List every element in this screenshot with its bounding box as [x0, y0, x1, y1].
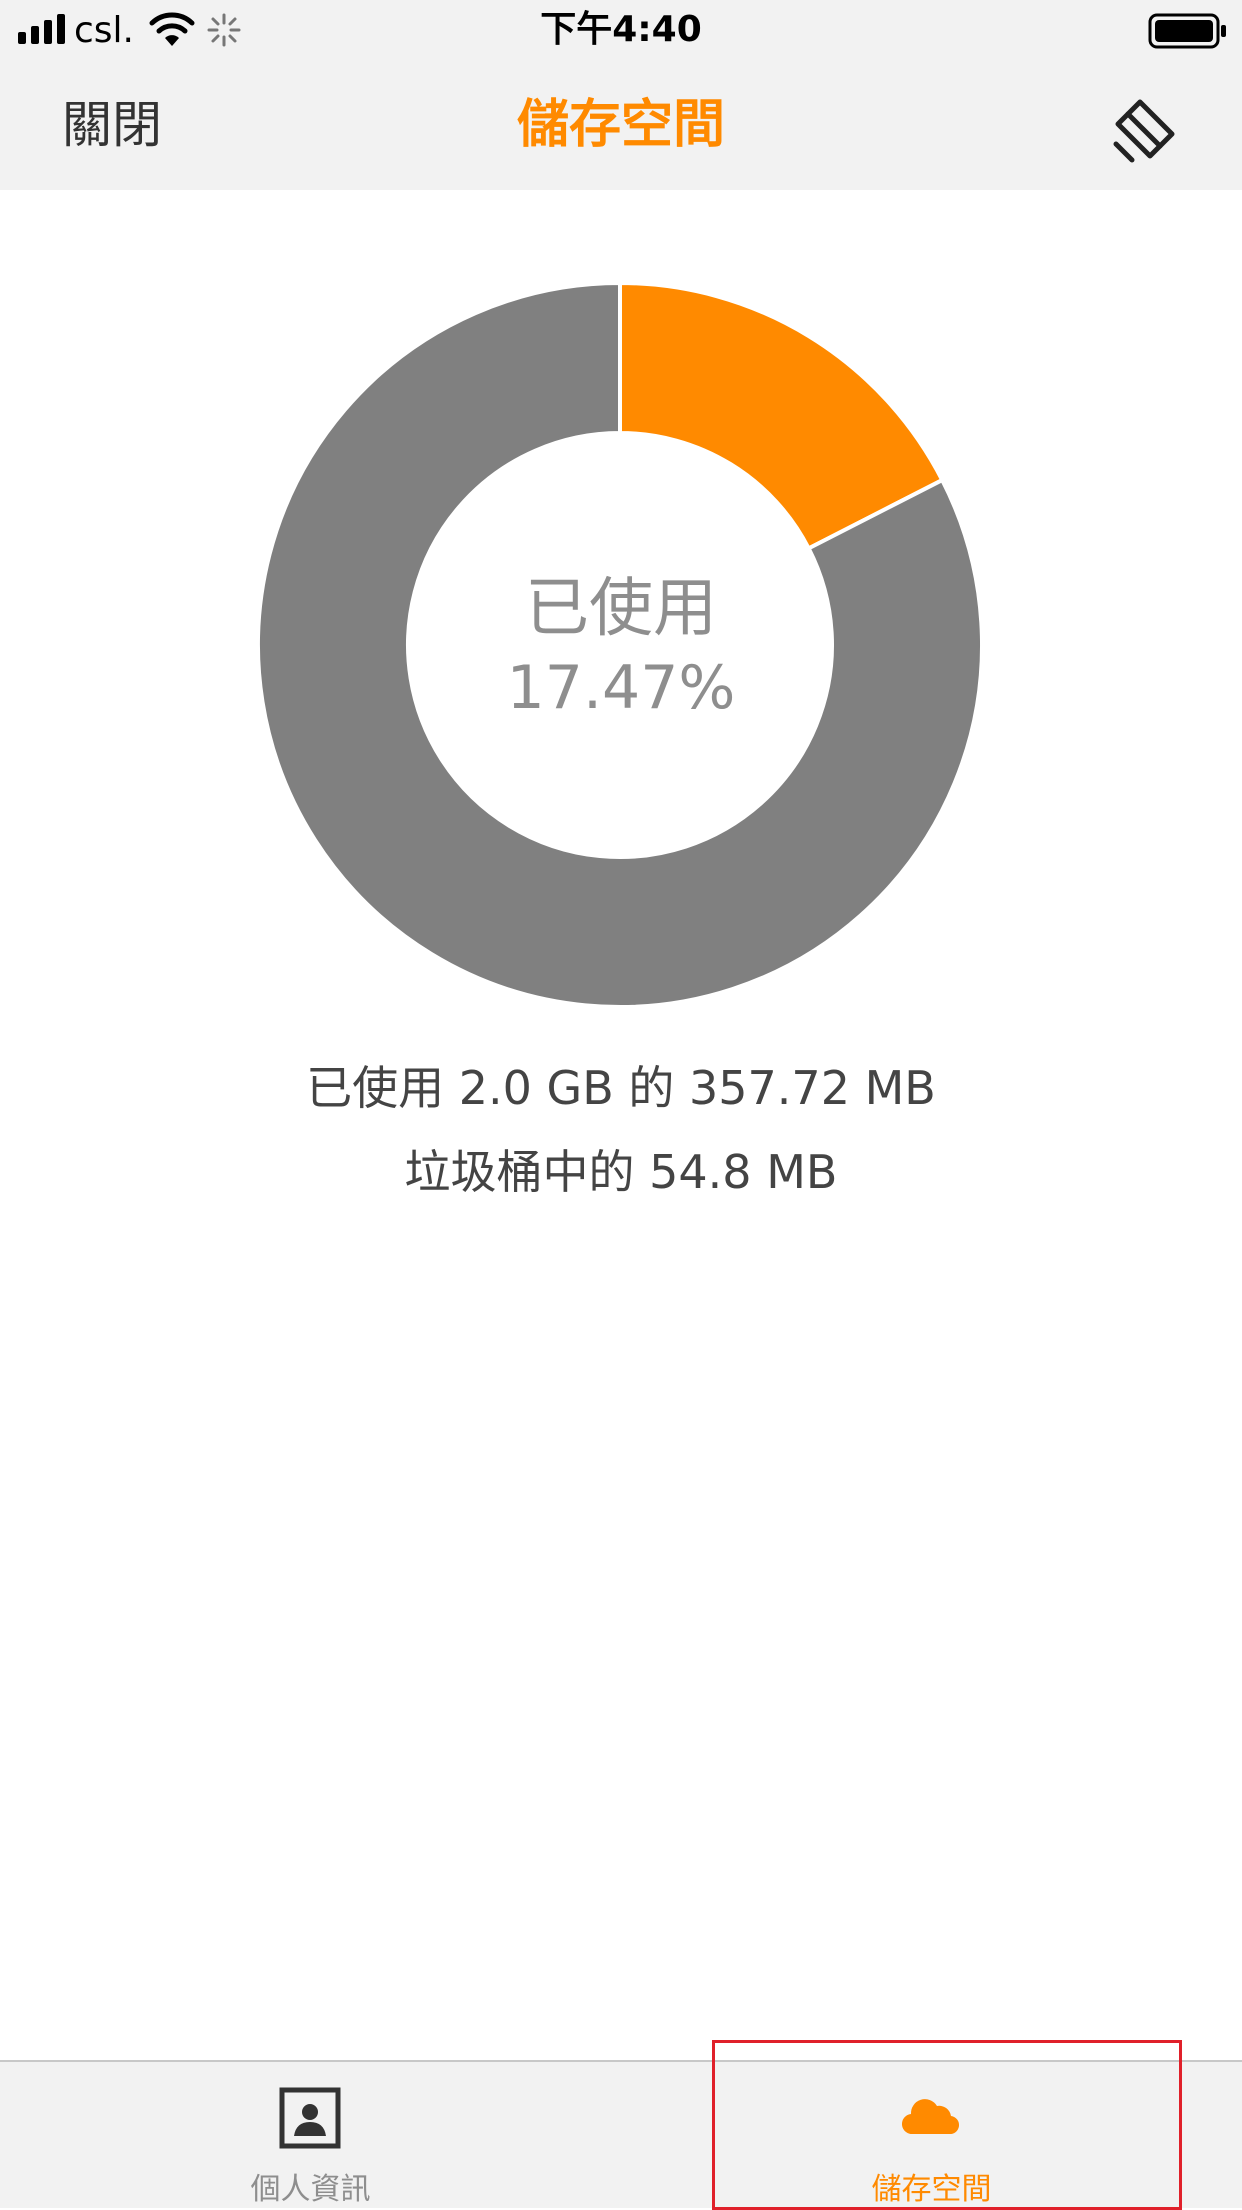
- tab-profile[interactable]: 個人資訊: [0, 2062, 621, 2208]
- navigation-bar: 關閉 儲存空間: [0, 62, 1242, 190]
- battery-icon: [1148, 13, 1226, 49]
- trash-summary: 垃圾桶中的 54.8 MB: [404, 1145, 838, 1199]
- tab-storage-label: 儲存空間: [871, 2172, 992, 2207]
- used-percent: 17.47%: [506, 653, 736, 723]
- page-title: 儲存空間: [516, 95, 725, 155]
- used-label: 已使用: [525, 572, 717, 646]
- tab-storage[interactable]: 儲存空間: [621, 2062, 1242, 2208]
- usage-summary: 已使用 2.0 GB 的 357.72 MB: [306, 1061, 936, 1115]
- eraser-icon[interactable]: [1110, 92, 1184, 166]
- status-time: 下午4:40: [540, 9, 702, 50]
- tab-profile-label: 個人資訊: [250, 2172, 371, 2207]
- profile-icon: [279, 2087, 341, 2149]
- tab-bar: 個人資訊 儲存空間: [0, 2060, 1242, 2208]
- cloud-icon: [901, 2099, 960, 2135]
- status-bar: csl. 下午4:40: [0, 0, 1242, 62]
